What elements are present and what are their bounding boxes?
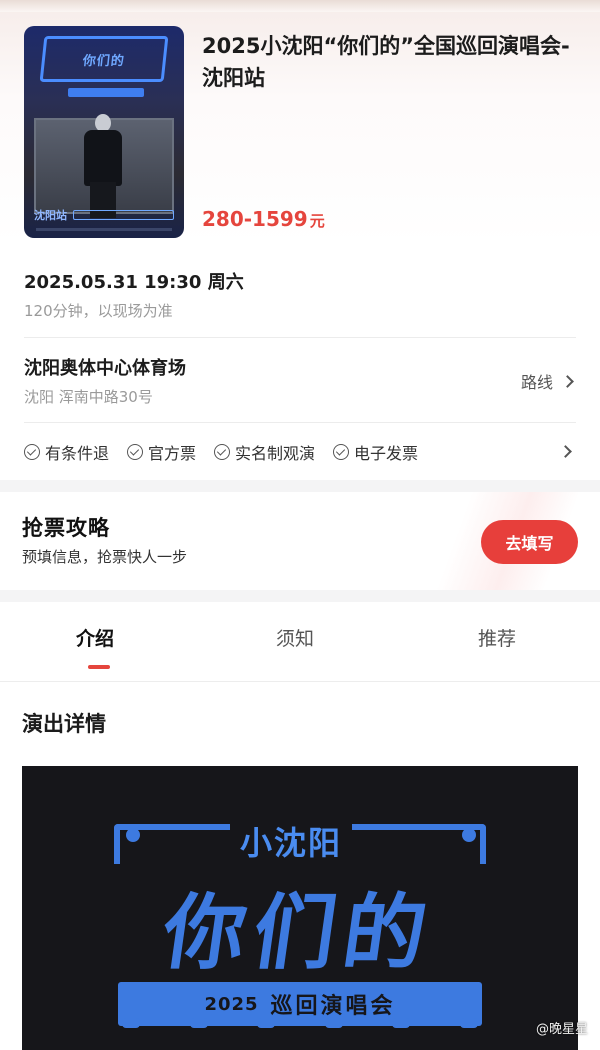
poster-artist-figure	[80, 114, 126, 218]
feature-item: 实名制观演	[214, 440, 315, 464]
check-circle-icon	[214, 444, 231, 460]
ticket-guide-title: 抢票攻略	[22, 516, 110, 540]
banner-year: 2025	[204, 993, 259, 1015]
tab-recommend[interactable]: 推荐	[478, 624, 516, 651]
ticket-guide-subtitle: 预填信息，抢票快人一步	[22, 548, 188, 566]
divider	[24, 337, 576, 338]
poster-title: 你们的	[81, 53, 126, 69]
check-circle-icon	[24, 444, 40, 460]
tab-notice[interactable]: 须知	[276, 624, 314, 651]
banner-artist-name: 小沈阳	[230, 818, 353, 864]
banner-tour: 巡回演唱会	[270, 994, 396, 1019]
service-features[interactable]: 有条件退 官方票 实名制观演 电子发票	[24, 440, 576, 464]
feature-item: 官方票	[127, 440, 196, 464]
poster-city: 沈阳站	[34, 209, 67, 222]
venue-address[interactable]: 沈阳 浑南中路30号	[24, 386, 153, 407]
active-tab-indicator	[88, 665, 110, 669]
ticket-guide-card: 抢票攻略 预填信息，抢票快人一步 去填写	[0, 492, 600, 602]
event-datetime: 2025.05.31 19:30 周六	[24, 272, 244, 293]
status-bar-fade	[0, 0, 600, 12]
detail-tabs: 介绍 须知 推荐	[0, 602, 600, 682]
price-value: 280-1599	[202, 207, 308, 231]
section-gap	[0, 590, 600, 602]
price-unit: 元	[309, 212, 325, 230]
event-title: 2025小沈阳“你们的”全国巡回演唱会-沈阳站	[202, 34, 570, 90]
feature-item: 电子发票	[333, 440, 418, 464]
chevron-right-icon[interactable]	[559, 445, 572, 458]
route-button[interactable]: 路线	[520, 369, 574, 393]
chevron-right-icon	[561, 374, 574, 388]
screw-icon	[462, 828, 476, 842]
event-poster[interactable]: 你们的 沈阳站	[24, 26, 184, 238]
route-label: 路线	[520, 373, 553, 392]
screw-icon	[126, 828, 140, 842]
poster-footer: 沈阳站	[34, 204, 174, 226]
divider	[24, 422, 576, 423]
venue-name[interactable]: 沈阳奥体中心体育场	[24, 354, 186, 380]
fill-in-button[interactable]: 去填写	[481, 520, 578, 564]
check-circle-icon	[333, 444, 350, 460]
feature-item: 有条件退	[24, 440, 109, 464]
event-duration: 120分钟，以现场为准	[24, 302, 173, 320]
poster-title-frame: 你们的	[39, 36, 169, 82]
tab-intro[interactable]: 介绍	[76, 624, 114, 651]
event-detail-banner: 小沈阳 你们的 2025 巡回演唱会	[22, 766, 578, 1050]
poster-strip	[68, 88, 144, 97]
watermark: @晚星星	[535, 1022, 588, 1037]
divider	[0, 681, 600, 682]
banner-title: 你们的	[157, 885, 441, 981]
price-range: 280-1599 元	[202, 207, 325, 231]
details-section-title: 演出详情	[22, 712, 106, 736]
check-circle-icon	[127, 444, 144, 460]
